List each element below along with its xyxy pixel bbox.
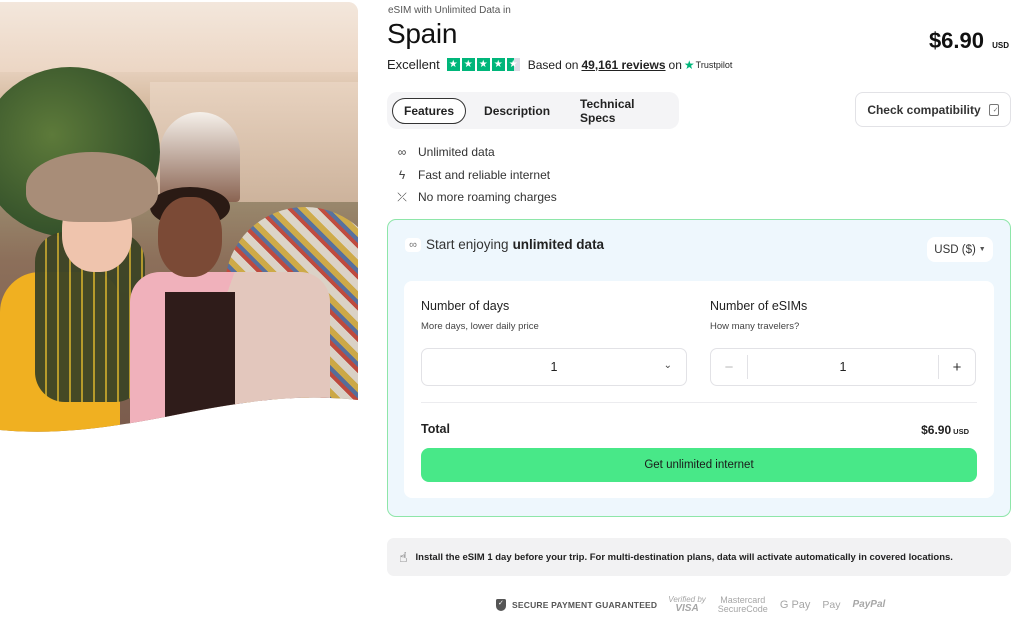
total-currency: USD — [953, 427, 969, 436]
plan-card: ∞ Start enjoying unlimited data USD ($) … — [387, 219, 1011, 517]
star-rating: ★ ★ ★ ★ ★ — [446, 58, 520, 71]
feature-item: ϟ Fast and reliable internet — [394, 164, 557, 187]
mastercard-line-2: SecureCode — [717, 604, 768, 614]
trustpilot-logo: Trustpilot — [695, 59, 733, 70]
shield-check-icon — [496, 599, 506, 611]
on-text: on — [668, 57, 682, 72]
feature-label: No more roaming charges — [418, 190, 557, 205]
visa-line-2: VISA — [675, 603, 699, 614]
days-select[interactable]: 1 ⌄ — [421, 348, 687, 386]
chevron-down-icon: ▼ — [978, 246, 986, 253]
product-price: $6.90 — [928, 28, 984, 53]
hero-image — [0, 2, 358, 434]
increment-button[interactable]: + — [938, 355, 975, 379]
secure-payment-badge: SECURE PAYMENT GUARANTEED — [496, 599, 657, 611]
no-roaming-icon: ⤫ — [397, 189, 407, 204]
product-subtitle: eSIM with Unlimited Data in — [388, 5, 511, 16]
total-value: $6.90 USD — [921, 423, 969, 437]
chevron-down-icon: ⌄ — [663, 360, 672, 371]
notice-text: Install the eSIM 1 day before your trip.… — [415, 551, 953, 563]
star-icon: ★ — [446, 58, 460, 71]
trustpilot-star-icon: ★ — [683, 57, 695, 72]
plan-options: Number of days More days, lower daily pr… — [404, 281, 994, 498]
check-compatibility-button[interactable]: Check compatibility — [855, 92, 1011, 127]
feature-item: ∞ Unlimited data — [394, 141, 557, 164]
days-value: 1 — [550, 360, 558, 374]
currency-value: USD ($) — [934, 243, 976, 256]
apple-pay-logo: Pay — [822, 598, 841, 611]
hero-person-hat — [26, 152, 158, 222]
infinity-icon: ∞ — [397, 145, 407, 160]
half-star-icon: ★ — [506, 58, 520, 71]
hero-sky — [0, 2, 358, 72]
divider — [421, 402, 977, 403]
install-notice: ☝ Install the eSIM 1 day before your tri… — [387, 538, 1011, 576]
plan-heading: ∞ Start enjoying unlimited data — [405, 237, 604, 252]
tab-technical-specs[interactable]: Technical Specs — [568, 91, 673, 131]
decrement-button[interactable]: − — [711, 355, 748, 379]
esims-stepper: − 1 + — [710, 348, 976, 386]
esims-hint: How many travelers? — [710, 321, 800, 332]
get-unlimited-internet-button[interactable]: Get unlimited internet — [421, 448, 977, 482]
tab-description[interactable]: Description — [472, 98, 562, 124]
hand-tap-icon: ☝ — [399, 548, 408, 565]
paypal-logo: PayPal — [852, 599, 886, 610]
star-icon: ★ — [491, 58, 505, 71]
days-hint: More days, lower daily price — [421, 321, 539, 332]
esims-value[interactable]: 1 — [748, 349, 938, 385]
feature-label: Fast and reliable internet — [418, 167, 551, 182]
days-label: Number of days — [421, 299, 510, 313]
secure-payment-label: SECURE PAYMENT GUARANTEED — [512, 600, 658, 610]
total-label: Total — [421, 422, 450, 436]
reviews-link[interactable]: 49,161 reviews — [581, 58, 665, 72]
currency-select[interactable]: USD ($) ▼ — [927, 237, 993, 262]
lightning-icon: ϟ — [398, 167, 406, 182]
plan-heading-bold: unlimited data — [512, 237, 605, 252]
based-on-text: Based on — [527, 57, 579, 72]
price-currency: USD — [992, 41, 1009, 50]
product-title: Spain — [387, 18, 458, 49]
rating-label: Excellent — [387, 57, 440, 72]
esims-label: Number of eSIMs — [710, 299, 808, 313]
star-icon: ★ — [461, 58, 475, 71]
days-field: Number of days More days, lower daily pr… — [421, 299, 687, 386]
mastercard-securecode-logo: Mastercard SecureCode — [718, 596, 768, 614]
check-compatibility-label: Check compatibility — [867, 102, 981, 117]
plan-heading-prefix: Start enjoying — [426, 237, 509, 252]
infinity-icon: ∞ — [405, 237, 421, 252]
total-amount: $6.90 — [921, 423, 952, 437]
tab-features[interactable]: Features — [392, 97, 467, 124]
hero-person-face — [158, 197, 222, 277]
features-list: ∞ Unlimited data ϟ Fast and reliable int… — [394, 141, 557, 209]
hero-person-sweater — [165, 292, 235, 434]
feature-label: Unlimited data — [418, 145, 495, 160]
google-pay-logo: G Pay — [779, 598, 811, 611]
feature-item: ⤫ No more roaming charges — [394, 186, 557, 209]
payment-methods: SECURE PAYMENT GUARANTEED Verified by VI… — [496, 596, 897, 614]
rating-row: Excellent ★ ★ ★ ★ ★ Based on 49,161 revi… — [387, 57, 732, 72]
star-icon: ★ — [476, 58, 490, 71]
esims-field: Number of eSIMs How many travelers? − 1 … — [710, 299, 976, 386]
info-tabs: Features Description Technical Specs — [387, 92, 679, 129]
phone-check-icon — [988, 103, 999, 116]
verified-by-visa-logo: Verified by VISA — [668, 596, 706, 614]
